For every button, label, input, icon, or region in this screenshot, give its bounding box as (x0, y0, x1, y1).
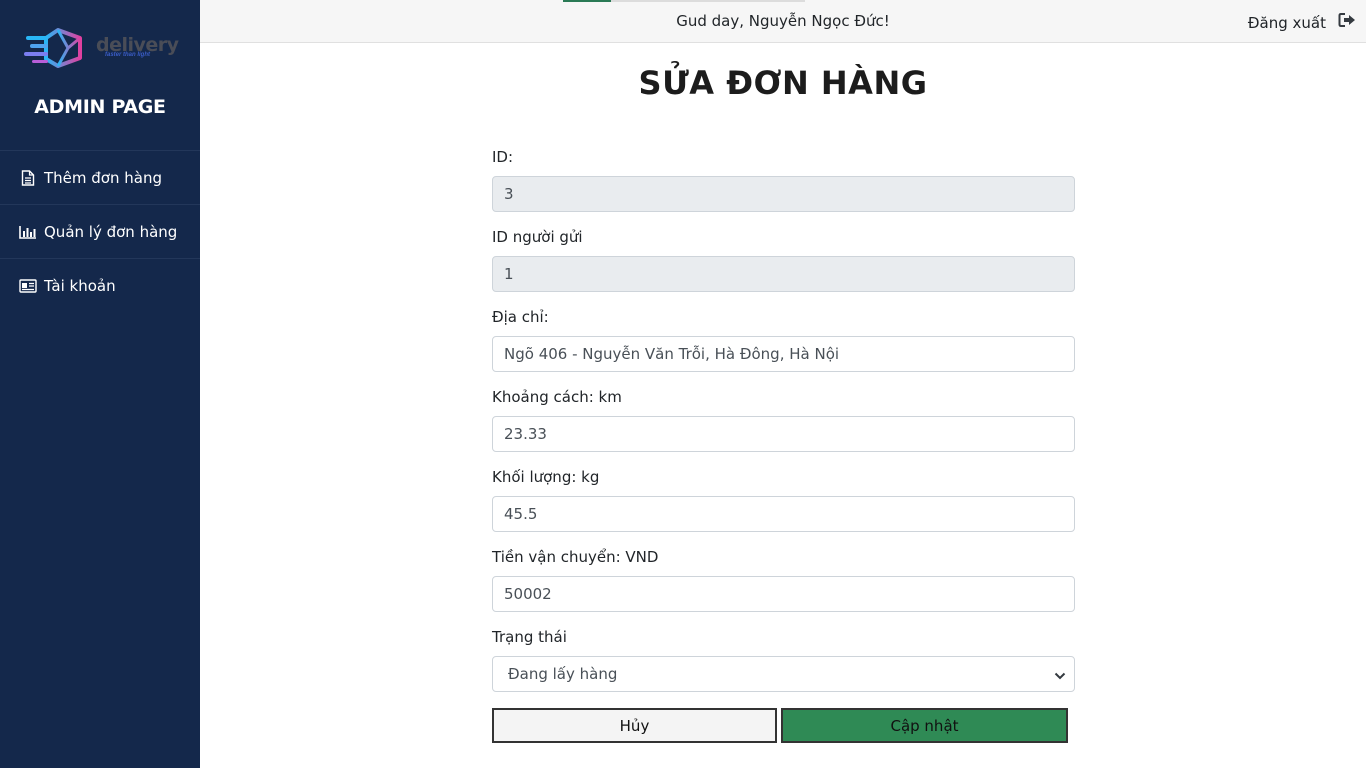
top-bar: Gud day, Nguyễn Ngọc Đức! Đăng xuất (200, 0, 1366, 43)
sender-id-field[interactable] (492, 256, 1075, 292)
sidebar-item-label: Tài khoản (44, 276, 116, 295)
distance-field[interactable] (492, 416, 1075, 452)
delivery-box-icon (24, 28, 82, 68)
top-accent-line (563, 0, 611, 2)
sidebar-item-label: Thêm đơn hàng (44, 168, 162, 187)
edit-order-form: ID: ID người gửi Địa chỉ: Khoảng cách: k… (492, 147, 1075, 692)
form-actions: Hủy Cập nhật (492, 708, 1068, 743)
weight-field[interactable] (492, 496, 1075, 532)
sidebar-item-account[interactable]: Tài khoản (0, 258, 200, 312)
shipping-fee-field[interactable] (492, 576, 1075, 612)
logout-label: Đăng xuất (1247, 13, 1326, 32)
cancel-button[interactable]: Hủy (492, 708, 777, 743)
distance-label: Khoảng cách: km (492, 388, 622, 406)
address-label: Địa chỉ: (492, 308, 549, 326)
document-icon (19, 169, 37, 187)
sender-id-label: ID người gửi (492, 228, 583, 246)
sidebar: delivery faster than light ADMIN PAGE Th… (0, 0, 200, 768)
top-accent-line-secondary (611, 0, 805, 2)
bar-chart-icon (19, 223, 37, 241)
address-field[interactable] (492, 336, 1075, 372)
shipping-fee-label: Tiền vận chuyển: VND (492, 548, 659, 566)
status-select[interactable]: Đang lấy hàng (492, 656, 1075, 692)
admin-page-title: ADMIN PAGE (34, 96, 166, 118)
status-label: Trạng thái (492, 628, 567, 646)
id-label: ID: (492, 148, 514, 166)
greeting-text: Gud day, Nguyễn Ngọc Đức! (676, 12, 890, 30)
delivery-logo[interactable]: delivery faster than light (24, 26, 180, 72)
logo-tagline: faster than light (105, 52, 151, 58)
sidebar-item-add-order[interactable]: Thêm đơn hàng (0, 150, 200, 204)
weight-label: Khối lượng: kg (492, 468, 600, 486)
sidebar-item-manage-orders[interactable]: Quản lý đơn hàng (0, 204, 200, 258)
sign-out-icon (1338, 12, 1356, 33)
status-select-wrapper: Đang lấy hàng (492, 656, 1075, 692)
update-button[interactable]: Cập nhật (781, 708, 1068, 743)
page-title: SỬA ĐƠN HÀNG (638, 64, 928, 102)
sidebar-nav: Thêm đơn hàng Quản lý đơn hàng Tài khoản (0, 150, 200, 312)
id-card-icon (19, 277, 37, 295)
logout-button[interactable]: Đăng xuất (1248, 12, 1356, 33)
sidebar-item-label: Quản lý đơn hàng (44, 222, 178, 241)
id-field[interactable] (492, 176, 1075, 212)
